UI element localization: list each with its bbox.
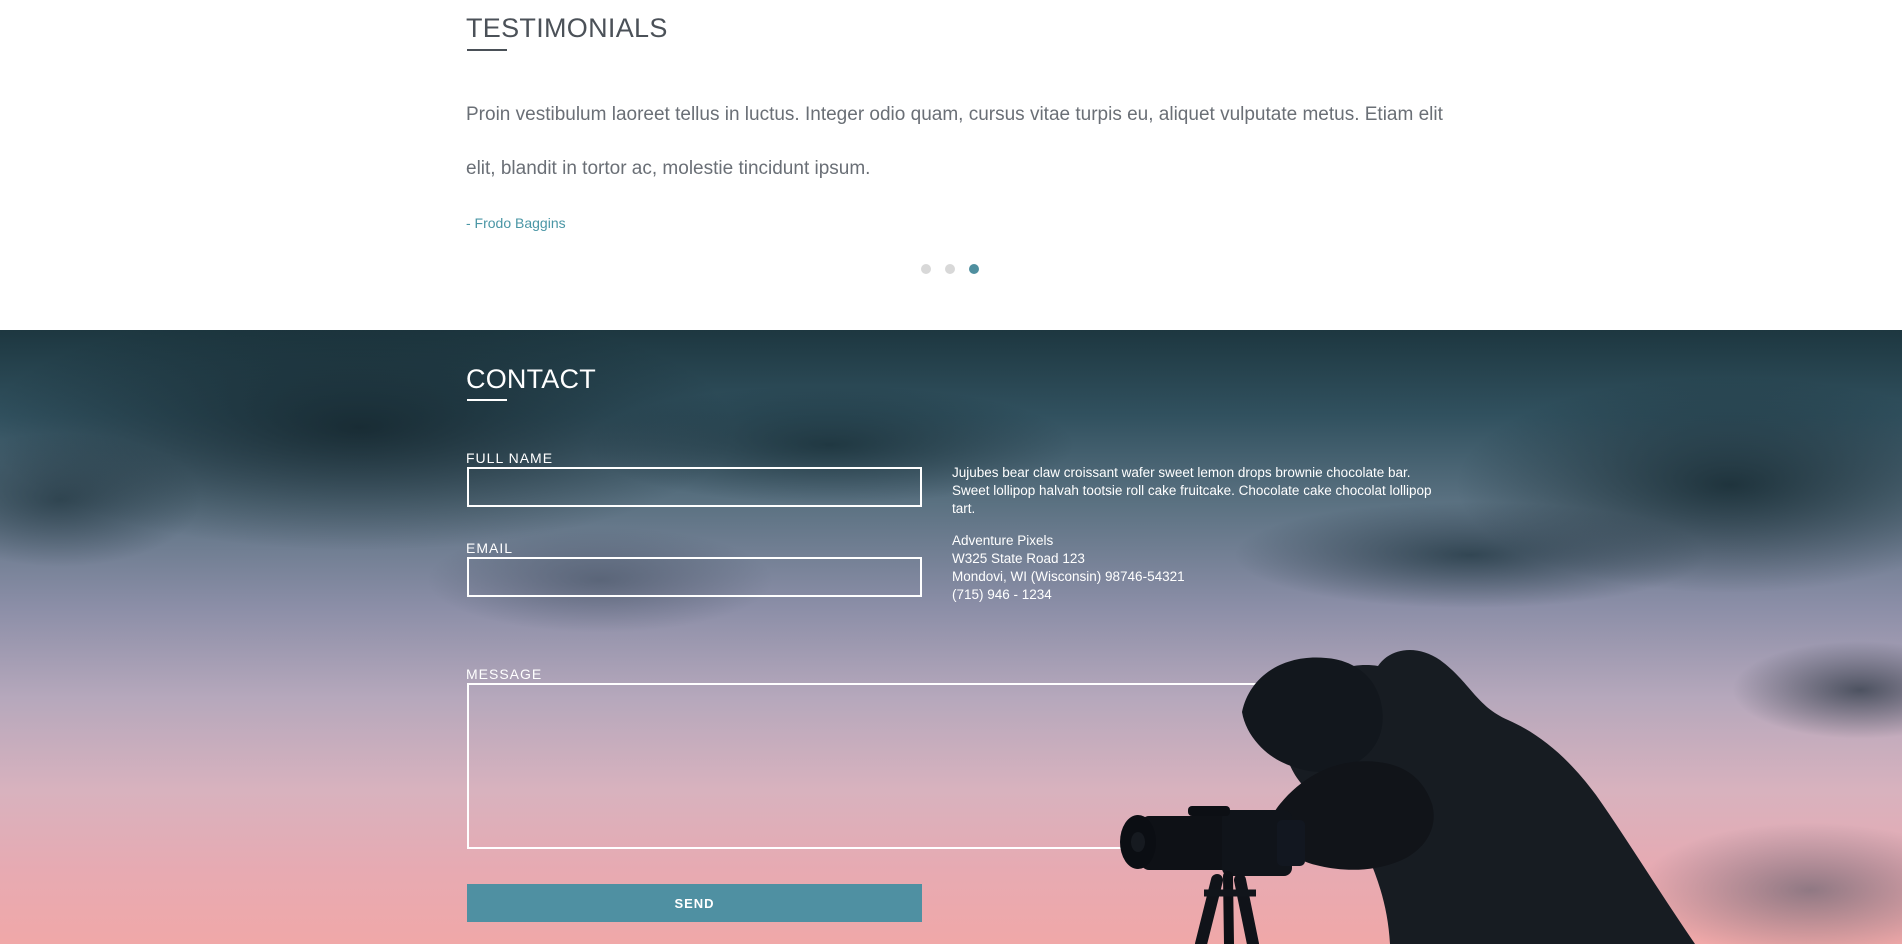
carousel-dot-1[interactable] (921, 264, 931, 274)
contact-title: CONTACT (466, 364, 596, 394)
testimonials-title-underline (467, 49, 507, 51)
photographer-silhouette (1120, 649, 1695, 944)
message-label: MESSAGE (466, 666, 543, 682)
contact-info-text: Jujubes bear claw croissant wafer sweet … (952, 465, 1432, 516)
address-street: W325 State Road 123 (952, 551, 1085, 566)
carousel-dot-3[interactable] (969, 264, 979, 274)
carousel-dot-2[interactable] (945, 264, 955, 274)
email-label: EMAIL (466, 540, 514, 556)
full-name-label: FULL NAME (466, 450, 554, 466)
testimonial-quote: Proin vestibulum laoreet tellus in luctu… (466, 104, 1443, 179)
contact-phone: (715) 946 - 1234 (952, 587, 1052, 602)
send-button[interactable]: SEND (467, 884, 922, 922)
testimonials-title: TESTIMONIALS (466, 13, 668, 43)
address-company-name: Adventure Pixels (952, 533, 1054, 548)
email-input[interactable] (467, 557, 922, 597)
testimonial-carousel-indicators (921, 264, 979, 274)
contact-section: CONTACT FULL NAME EMAIL MESSAGE Jujubes … (0, 330, 1902, 944)
address-city-line: Mondovi, WI (Wisconsin) 98746-54321 (952, 569, 1185, 584)
testimonial-author: - Frodo Baggins (466, 215, 566, 231)
contact-title-underline (467, 399, 507, 401)
testimonials-section: TESTIMONIALS Proin vestibulum laoreet te… (0, 0, 1902, 330)
full-name-input[interactable] (467, 467, 922, 507)
